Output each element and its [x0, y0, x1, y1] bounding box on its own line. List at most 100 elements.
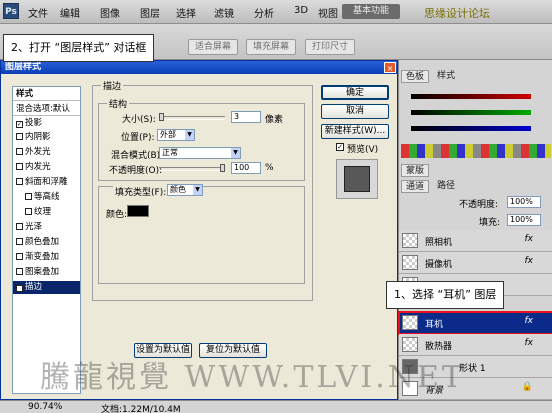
menu-analysis[interactable]: 分析: [254, 5, 274, 20]
zoom-level[interactable]: 90.74%: [28, 402, 62, 412]
fx-icon[interactable]: fx: [525, 256, 534, 266]
cancel-button[interactable]: 取消: [321, 104, 389, 119]
style-item-pattern-overlay[interactable]: 图案叠加: [13, 266, 80, 279]
layer-row[interactable]: 摄像机 fx: [399, 252, 552, 274]
menu-layer[interactable]: 图层: [140, 5, 160, 20]
preview-swatch-icon: [344, 166, 370, 192]
preview-label: 预览(V): [347, 145, 379, 155]
layer-name: 照相机: [425, 238, 453, 248]
style-label: 颜色叠加: [25, 237, 60, 247]
size-unit: 像素: [265, 115, 284, 125]
print-size-button[interactable]: 打印尺寸: [305, 39, 356, 55]
style-label: 渐变叠加: [25, 252, 60, 262]
layer-opacity-field[interactable]: 100%: [507, 196, 541, 208]
layer-name: 摄像机: [425, 260, 453, 270]
checkbox-icon[interactable]: ✓: [16, 285, 23, 292]
fit-screen-button[interactable]: 适合屏幕: [188, 39, 239, 55]
checkbox-icon[interactable]: [16, 253, 23, 260]
menu-view[interactable]: 视图: [318, 5, 338, 20]
fx-icon[interactable]: fx: [525, 234, 534, 244]
style-item-stroke[interactable]: ✓ 描边: [13, 281, 80, 294]
green-slider[interactable]: [411, 110, 531, 115]
blue-slider[interactable]: [411, 126, 531, 131]
checkbox-icon[interactable]: [16, 163, 23, 170]
tab-channels[interactable]: 通道: [401, 180, 430, 193]
tab-masks[interactable]: 蒙版: [401, 164, 430, 177]
menu-3d[interactable]: 3D: [294, 5, 308, 16]
checkbox-icon[interactable]: [16, 133, 23, 140]
step2-callout: 2、打开 “图层样式” 对话框: [3, 34, 155, 62]
style-item-blending-options[interactable]: 混合选项:默认: [13, 103, 80, 116]
style-label: 内阴影: [25, 132, 51, 142]
position-value: 外部: [160, 130, 176, 139]
menu-edit[interactable]: 编辑: [60, 5, 80, 20]
workspace-button[interactable]: 基本功能: [342, 4, 400, 19]
size-field[interactable]: 3: [231, 111, 261, 123]
style-preview: [336, 159, 378, 199]
checkbox-icon[interactable]: ✓: [16, 121, 23, 128]
layer-fill-field[interactable]: 100%: [507, 214, 541, 226]
style-item-gradient-overlay[interactable]: 渐变叠加: [13, 251, 80, 264]
size-slider-thumb[interactable]: [159, 113, 164, 121]
position-select[interactable]: 外部 ▼: [157, 129, 195, 141]
tab-styles[interactable]: 样式: [433, 70, 459, 83]
opacity-slider[interactable]: [159, 167, 225, 171]
menu-file[interactable]: 文件: [28, 5, 48, 20]
style-item-outer-glow[interactable]: 外发光: [13, 146, 80, 159]
checkbox-icon[interactable]: [16, 268, 23, 275]
fx-icon[interactable]: fx: [525, 338, 534, 348]
tab-swatches[interactable]: 色板: [401, 70, 430, 83]
photoshop-logo: Ps: [3, 3, 19, 19]
checkbox-icon[interactable]: [25, 193, 32, 200]
opacity-slider-thumb[interactable]: [220, 164, 225, 172]
blend-mode-value: 正常: [162, 148, 178, 157]
style-item-contour[interactable]: 等高线: [13, 191, 80, 204]
layer-thumbnail: [402, 233, 418, 248]
fill-type-label: 填充类型(F):: [113, 185, 169, 198]
lock-icon: 🔒: [521, 382, 533, 392]
style-item-satin[interactable]: 光泽: [13, 221, 80, 234]
tab-paths[interactable]: 路径: [433, 180, 459, 193]
position-label: 位置(P):: [121, 133, 155, 143]
menu-filter[interactable]: 滤镜: [214, 5, 234, 20]
site-watermark: 思缘设计论坛: [424, 7, 490, 20]
checkbox-icon[interactable]: [16, 178, 23, 185]
swatch-strip[interactable]: [401, 144, 551, 158]
fill-label: 填充:: [479, 218, 501, 228]
style-item-inner-shadow[interactable]: 内阴影: [13, 131, 80, 144]
menu-select[interactable]: 选择: [176, 5, 196, 20]
structure-group-title: 结构: [107, 97, 130, 110]
style-label: 光泽: [25, 222, 43, 232]
style-item-inner-glow[interactable]: 内发光: [13, 161, 80, 174]
new-style-button[interactable]: 新建样式(W)...: [321, 124, 389, 139]
checkbox-icon[interactable]: [16, 238, 23, 245]
fx-icon[interactable]: fx: [525, 316, 534, 326]
checkbox-icon[interactable]: [25, 208, 32, 215]
red-slider[interactable]: [411, 94, 531, 99]
style-item-color-overlay[interactable]: 颜色叠加: [13, 236, 80, 249]
style-item-bevel-emboss[interactable]: 斜面和浮雕: [13, 176, 80, 189]
style-item-texture[interactable]: 纹理: [13, 206, 80, 219]
chevron-down-icon: ▼: [231, 148, 240, 158]
layer-row-headphones[interactable]: 耳机 fx: [398, 311, 552, 335]
style-label: 内发光: [25, 162, 51, 172]
menu-image[interactable]: 图像: [100, 5, 120, 20]
checkbox-icon[interactable]: [16, 148, 23, 155]
size-slider[interactable]: [159, 116, 225, 120]
color-swatch[interactable]: [127, 205, 149, 217]
checkbox-icon[interactable]: [16, 223, 23, 230]
opacity-field[interactable]: 100: [231, 162, 261, 174]
close-icon[interactable]: ×: [384, 62, 396, 73]
preview-checkbox[interactable]: ✓: [336, 143, 344, 151]
opacity-label: 不透明度:: [459, 200, 499, 210]
fill-type-select[interactable]: 颜色 ▼: [167, 184, 203, 196]
ok-button[interactable]: 确定: [321, 85, 389, 100]
fill-screen-button[interactable]: 填充屏幕: [246, 39, 297, 55]
fill-type-value: 颜色: [170, 185, 186, 194]
style-label: 描边: [25, 282, 43, 292]
style-item-drop-shadow[interactable]: ✓ 投影: [13, 117, 80, 130]
layer-row[interactable]: 照相机 fx: [399, 230, 552, 252]
blend-mode-select[interactable]: 正常 ▼: [159, 147, 241, 159]
size-label: 大小(S):: [122, 115, 156, 125]
watermark: 騰龍視覺 WWW.TLVI.NET: [40, 360, 465, 395]
